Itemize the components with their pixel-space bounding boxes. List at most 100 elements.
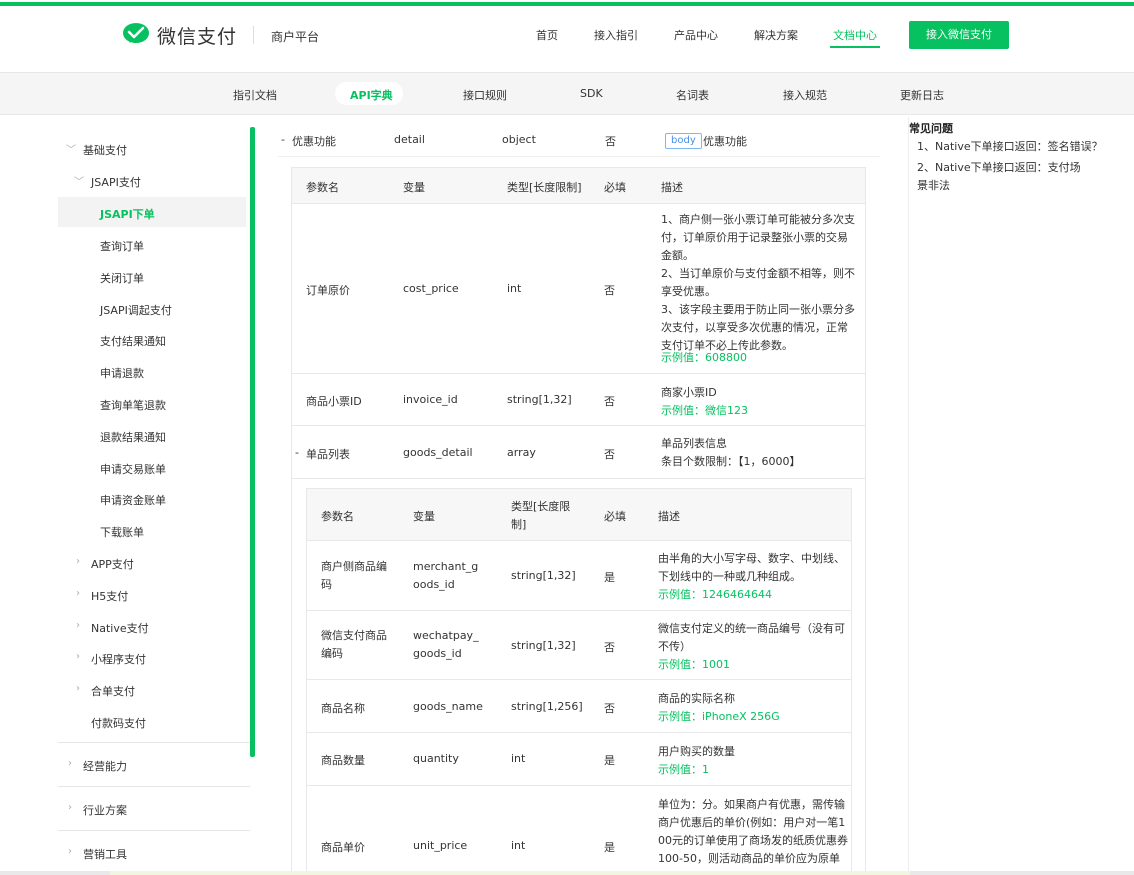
param-required: 否 — [604, 284, 615, 297]
nav-products[interactable]: 产品中心 — [674, 27, 718, 43]
param-name: 商品小票ID — [306, 395, 362, 408]
faq-link[interactable]: 1、Native下单接口返回：签名错误？ — [917, 138, 1103, 154]
header-type: 类型[长度限制] — [507, 181, 582, 194]
tab-api-dictionary[interactable]: API字典 — [350, 87, 393, 103]
faq-link[interactable]: 2、Native下单接口返回：支付场景非法 — [917, 159, 1087, 195]
nav-docs[interactable]: 文档中心 — [833, 27, 877, 43]
sidebar-item-download-bill[interactable]: 下载账单 — [100, 524, 144, 540]
param-required: 是 — [604, 571, 615, 584]
param-desc: 优惠功能 — [703, 135, 747, 148]
param-type: string[1,32] — [511, 569, 576, 582]
sidebar-scrollbar[interactable] — [250, 127, 255, 757]
scrollbar-thumb[interactable] — [110, 871, 910, 875]
sidebar-divider — [58, 786, 250, 787]
param-row-detail — [278, 121, 880, 157]
row-divider — [307, 785, 851, 786]
sidebar-item-jsapi-order[interactable]: JSAPI下单 — [100, 206, 155, 222]
chevron-right-icon[interactable]: › — [76, 588, 80, 599]
param-example: 示例值：微信123 — [661, 404, 748, 417]
sidebar-section-operations[interactable]: 经营能力 — [83, 758, 127, 774]
sidebar-item-refund[interactable]: 申请退款 — [100, 365, 144, 381]
collapse-toggle[interactable]: - — [295, 446, 299, 459]
tab-access-spec[interactable]: 接入规范 — [783, 87, 827, 103]
wechat-pay-logo-icon[interactable] — [122, 22, 150, 46]
faq-title: 常见问题 — [909, 122, 953, 135]
param-name: 订单原价 — [306, 284, 350, 297]
tab-guide-docs[interactable]: 指引文档 — [233, 87, 277, 103]
chevron-right-icon[interactable]: › — [68, 758, 72, 769]
chevron-right-icon[interactable]: › — [68, 846, 72, 857]
sidebar-item-query-order[interactable]: 查询订单 — [100, 238, 144, 254]
nav-guide[interactable]: 接入指引 — [594, 27, 638, 43]
param-var: detail — [394, 133, 425, 146]
sidebar-divider — [58, 742, 250, 743]
table-header — [307, 489, 851, 541]
tab-sdk[interactable]: SDK — [580, 87, 603, 100]
brand-name[interactable]: 微信支付 — [157, 22, 237, 49]
param-example: 示例值：1001 — [658, 658, 730, 671]
doc-subnav — [0, 73, 1134, 115]
row-divider — [292, 478, 865, 479]
param-var: goods_detail — [403, 446, 473, 459]
nav-home[interactable]: 首页 — [536, 27, 558, 43]
sidebar-item-jsapi-invoke[interactable]: JSAPI调起支付 — [100, 302, 172, 318]
collapse-toggle[interactable]: - — [281, 133, 285, 146]
sidebar-item-fund-bill[interactable]: 申请资金账单 — [100, 492, 166, 508]
param-name: 商户侧商品编码 — [321, 560, 387, 591]
sidebar-section-industry[interactable]: 行业方案 — [83, 802, 127, 818]
row-divider — [307, 610, 851, 611]
faq-rail — [908, 117, 1134, 875]
tab-glossary[interactable]: 名词表 — [676, 87, 709, 103]
sidebar-item-refund-notify[interactable]: 退款结果通知 — [100, 429, 166, 445]
param-var: wechatpay_goods_id — [413, 629, 479, 660]
param-var: cost_price — [403, 282, 459, 295]
sidebar-group-basic-pay[interactable]: 基础支付 — [83, 142, 127, 158]
chevron-down-icon[interactable]: ﹀ — [66, 141, 76, 156]
sidebar-item-combined-pay[interactable]: 合单支付 — [91, 683, 135, 699]
row-divider — [307, 679, 851, 680]
param-example: 示例值：iPhoneX 256G — [658, 710, 780, 723]
chevron-right-icon[interactable]: › — [76, 651, 80, 662]
sidebar-section-marketing[interactable]: 营销工具 — [83, 846, 127, 862]
tab-interface-rules[interactable]: 接口规则 — [463, 87, 507, 103]
chevron-right-icon[interactable]: › — [76, 620, 80, 631]
chevron-down-icon[interactable]: ﹀ — [74, 173, 84, 188]
sidebar-item-close-order[interactable]: 关闭订单 — [100, 270, 144, 286]
header-name: 参数名 — [321, 510, 354, 523]
sidebar-item-query-refund[interactable]: 查询单笔退款 — [100, 397, 166, 413]
nav-solutions[interactable]: 解决方案 — [754, 27, 798, 43]
chevron-right-icon[interactable]: › — [68, 802, 72, 813]
param-type: string[1,32] — [507, 393, 572, 406]
tab-changelog[interactable]: 更新日志 — [900, 87, 944, 103]
param-required: 是 — [604, 841, 615, 854]
param-type: string[1,256] — [511, 700, 583, 713]
param-required: 是 — [604, 754, 615, 767]
join-wechat-pay-button[interactable]: 接入微信支付 — [909, 21, 1009, 49]
chevron-right-icon[interactable]: › — [76, 683, 80, 694]
sidebar-item-code-pay[interactable]: 付款码支付 — [91, 715, 146, 731]
header-desc: 描述 — [658, 510, 680, 523]
sidebar-item-jsapi[interactable]: JSAPI支付 — [91, 174, 141, 190]
param-var: invoice_id — [403, 393, 458, 406]
sidebar-item-miniprogram-pay[interactable]: 小程序支付 — [91, 651, 146, 667]
param-var: unit_price — [413, 839, 468, 852]
sidebar-item-trade-bill[interactable]: 申请交易账单 — [100, 461, 166, 477]
sidebar-item-native-pay[interactable]: Native支付 — [91, 620, 149, 636]
sidebar-item-pay-notify[interactable]: 支付结果通知 — [100, 333, 166, 349]
param-desc: 单品列表信息 条目个数限制：【1，6000】 — [661, 437, 801, 468]
header-type: 类型[长度限制] — [511, 500, 571, 531]
param-name: 商品名称 — [321, 702, 365, 715]
row-divider — [292, 425, 865, 426]
param-type: array — [507, 446, 536, 459]
header-desc: 描述 — [661, 181, 683, 194]
chevron-right-icon[interactable]: › — [76, 556, 80, 567]
param-name: 优惠功能 — [292, 135, 336, 148]
param-example: 示例值：1246464644 — [658, 588, 772, 601]
brand-subtitle[interactable]: 商户平台 — [271, 28, 319, 45]
param-example: 示例值：1 — [658, 763, 709, 776]
param-required: 否 — [604, 395, 615, 408]
param-type: object — [502, 133, 536, 146]
param-required: 否 — [604, 641, 615, 654]
sidebar-item-app-pay[interactable]: APP支付 — [91, 556, 134, 572]
sidebar-item-h5-pay[interactable]: H5支付 — [91, 588, 128, 604]
